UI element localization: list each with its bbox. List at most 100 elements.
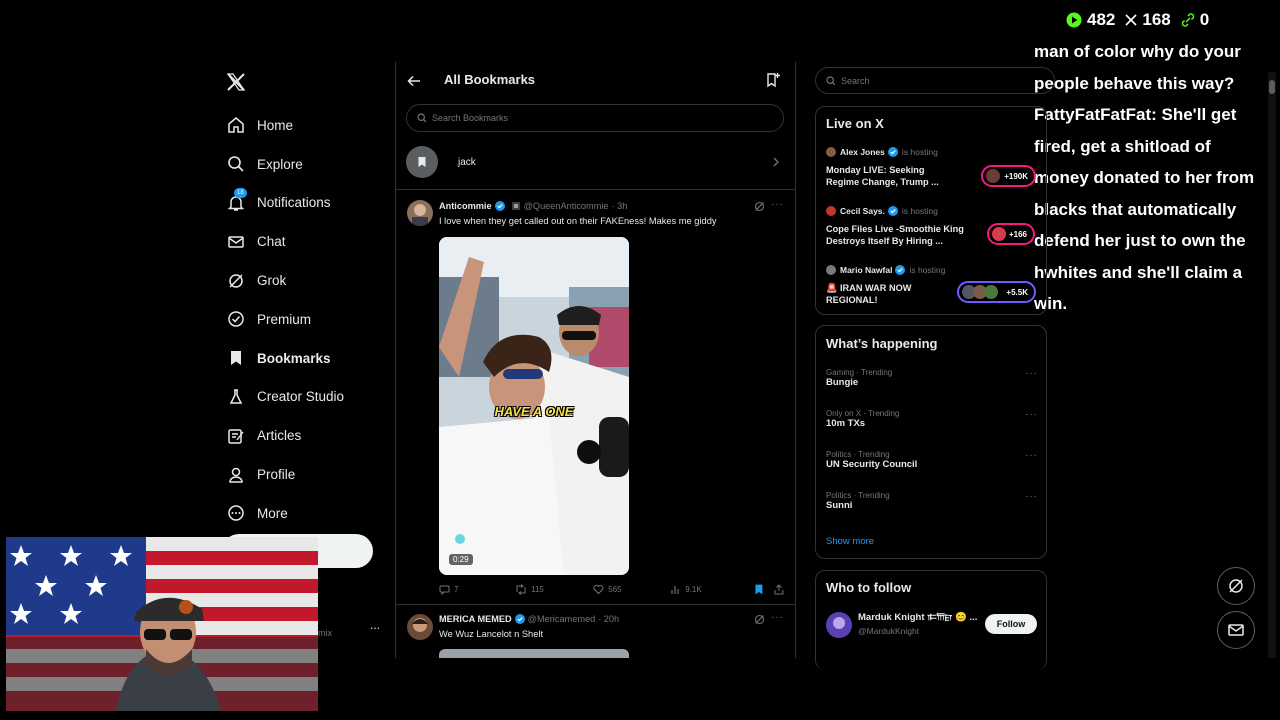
hosting-label: is hosting — [901, 206, 938, 216]
space-listeners-pill[interactable]: +5.5K — [957, 281, 1036, 303]
sidebar-item-grok[interactable]: Grok — [225, 261, 395, 300]
more-icon[interactable]: ··· — [771, 199, 784, 210]
viewers-stat: 482 — [1066, 10, 1115, 30]
notifications-badge: 18 — [234, 187, 247, 198]
account-more-button[interactable]: ... — [370, 618, 380, 632]
more-circle-icon — [228, 505, 244, 522]
sidebar-item-home[interactable]: Home — [225, 106, 395, 145]
tweet-author-handle[interactable]: @Mericamemed — [528, 614, 596, 624]
more-icon[interactable]: ··· — [1025, 491, 1038, 502]
tweet-time[interactable]: · 3h — [612, 201, 628, 211]
space-title[interactable]: Cope Files Live -Smoothie King Destroys … — [826, 223, 964, 247]
divider — [396, 189, 795, 190]
grok-icon[interactable] — [754, 614, 765, 625]
more-icon[interactable]: ··· — [1025, 368, 1038, 379]
space-listeners-pill[interactable]: +190K — [981, 165, 1036, 187]
search-placeholder: Search — [841, 75, 870, 86]
reply-count: 7 — [454, 585, 459, 594]
repost-icon — [516, 584, 526, 595]
sidebar-item-creator-studio[interactable]: Creator Studio — [225, 378, 395, 417]
sidebar-item-chat[interactable]: Chat — [225, 222, 395, 261]
suggested-user-name[interactable]: Marduk Knight 𐎣𐎠𐎼 😊 ... — [858, 612, 977, 623]
sidebar-item-more[interactable]: More — [225, 494, 395, 533]
webcam-image — [6, 537, 318, 711]
affiliate-badge-icon — [511, 202, 520, 210]
trend-item[interactable]: Politics · Trending Sunni ··· — [826, 491, 1038, 511]
trend-name: 10m TXs — [826, 418, 866, 429]
avatar — [826, 265, 836, 275]
avatar[interactable] — [407, 614, 433, 640]
space-title[interactable]: 🚨 IRAN WAR NOW REGIONAL! — [826, 282, 911, 306]
trend-meta: Gaming · Trending — [826, 368, 893, 377]
sidebar-item-articles[interactable]: Articles — [225, 416, 395, 455]
show-more-link[interactable]: Show more — [826, 536, 874, 547]
trend-item[interactable]: Gaming · Trending Bungie ··· — [826, 368, 1038, 388]
messages-float-button[interactable] — [1217, 611, 1255, 649]
sidebar-item-profile[interactable]: Profile — [225, 455, 395, 494]
grok-float-button[interactable] — [1217, 567, 1255, 605]
bookmarks-search-input[interactable]: Search Bookmarks — [406, 104, 784, 132]
scrollbar-thumb[interactable] — [1269, 80, 1275, 94]
trend-name: Sunni — [826, 500, 853, 511]
trend-item[interactable]: Only on X · Trending 10m TXs ··· — [826, 409, 1038, 429]
reply-button[interactable]: 7 — [439, 584, 515, 595]
views-button[interactable]: 9.1K — [671, 585, 754, 595]
verified-badge-icon — [494, 201, 505, 211]
more-icon[interactable]: ··· — [1025, 409, 1038, 420]
sidebar-item-notifications[interactable]: 18 Notifications — [225, 184, 395, 223]
repost-button[interactable]: 115 — [515, 584, 593, 595]
sidebar-item-label: Creator Studio — [257, 389, 345, 405]
grok-icon — [1229, 579, 1243, 593]
space-host[interactable]: Alex Jones is hosting — [826, 147, 938, 157]
play-icon — [1066, 12, 1082, 28]
space-host[interactable]: Cecil Says. is hosting — [826, 206, 938, 216]
premium-icon — [228, 311, 244, 328]
webcam-overlay — [6, 537, 318, 711]
x-logo-icon[interactable] — [226, 72, 246, 92]
space-title-line: Destroys Itself By Hiring ... — [826, 236, 943, 246]
bookmark-folder-row[interactable]: jack — [406, 145, 784, 179]
tweet-text: We Wuz Lancelot n Shelt — [439, 629, 544, 639]
sidebar-item-bookmarks[interactable]: Bookmarks — [225, 339, 395, 378]
avatar[interactable] — [826, 612, 852, 638]
link-icon — [1181, 13, 1194, 27]
like-count: 565 — [608, 585, 622, 594]
space-listeners-pill[interactable]: +166 — [987, 223, 1035, 245]
sidebar-item-premium[interactable]: Premium — [225, 300, 395, 339]
article-icon — [228, 429, 244, 444]
avatar[interactable] — [407, 200, 433, 226]
add-bookmark-folder-icon[interactable] — [765, 72, 781, 88]
suggested-user-handle[interactable]: @MardukKnight — [858, 626, 919, 636]
tweet-video[interactable]: HAVE A ONE 0:29 — [439, 237, 629, 575]
tweet-author-name[interactable]: Anticommie — [439, 201, 492, 211]
x-logo-icon — [1125, 14, 1137, 26]
space-host[interactable]: Mario Nawfal is hosting — [826, 265, 945, 275]
tweet-time[interactable]: · 20h — [598, 614, 619, 624]
share-icon[interactable] — [774, 584, 784, 595]
space-title[interactable]: Monday LIVE: Seeking Regime Change, Trum… — [826, 164, 939, 188]
more-icon[interactable]: ··· — [1025, 450, 1038, 461]
listener-count: +190K — [1004, 171, 1028, 181]
sidebar-item-explore[interactable]: Explore — [225, 145, 395, 184]
panel-title: Live on X — [826, 116, 884, 131]
panel-title: What’s happening — [826, 336, 938, 351]
search-placeholder: Search Bookmarks — [432, 113, 509, 123]
follow-button[interactable]: Follow — [985, 614, 1037, 634]
like-button[interactable]: 565 — [593, 584, 671, 595]
tweet-author-name[interactable]: MERICA MEMED — [439, 614, 512, 624]
scrollbar[interactable] — [1268, 72, 1276, 658]
back-arrow-icon[interactable] — [406, 73, 422, 89]
more-icon[interactable]: ··· — [771, 612, 784, 623]
space-title-line: Cope Files Live -Smoothie King — [826, 224, 964, 234]
tweet-media-partial[interactable] — [439, 649, 629, 658]
trend-name: UN Security Council — [826, 459, 918, 470]
tweet-author-handle[interactable]: @QueenAnticommie — [524, 201, 609, 211]
trend-item[interactable]: Politics · Trending UN Security Council … — [826, 450, 1038, 470]
column-divider — [795, 62, 796, 658]
bookmark-filled-icon[interactable] — [754, 584, 764, 595]
sidebar-item-label: Notifications — [257, 195, 331, 211]
sidebar-item-label: Chat — [257, 234, 286, 250]
search-input[interactable]: Search — [815, 67, 1055, 94]
sidebar-item-label: Bookmarks — [257, 350, 331, 366]
grok-icon[interactable] — [754, 201, 765, 212]
